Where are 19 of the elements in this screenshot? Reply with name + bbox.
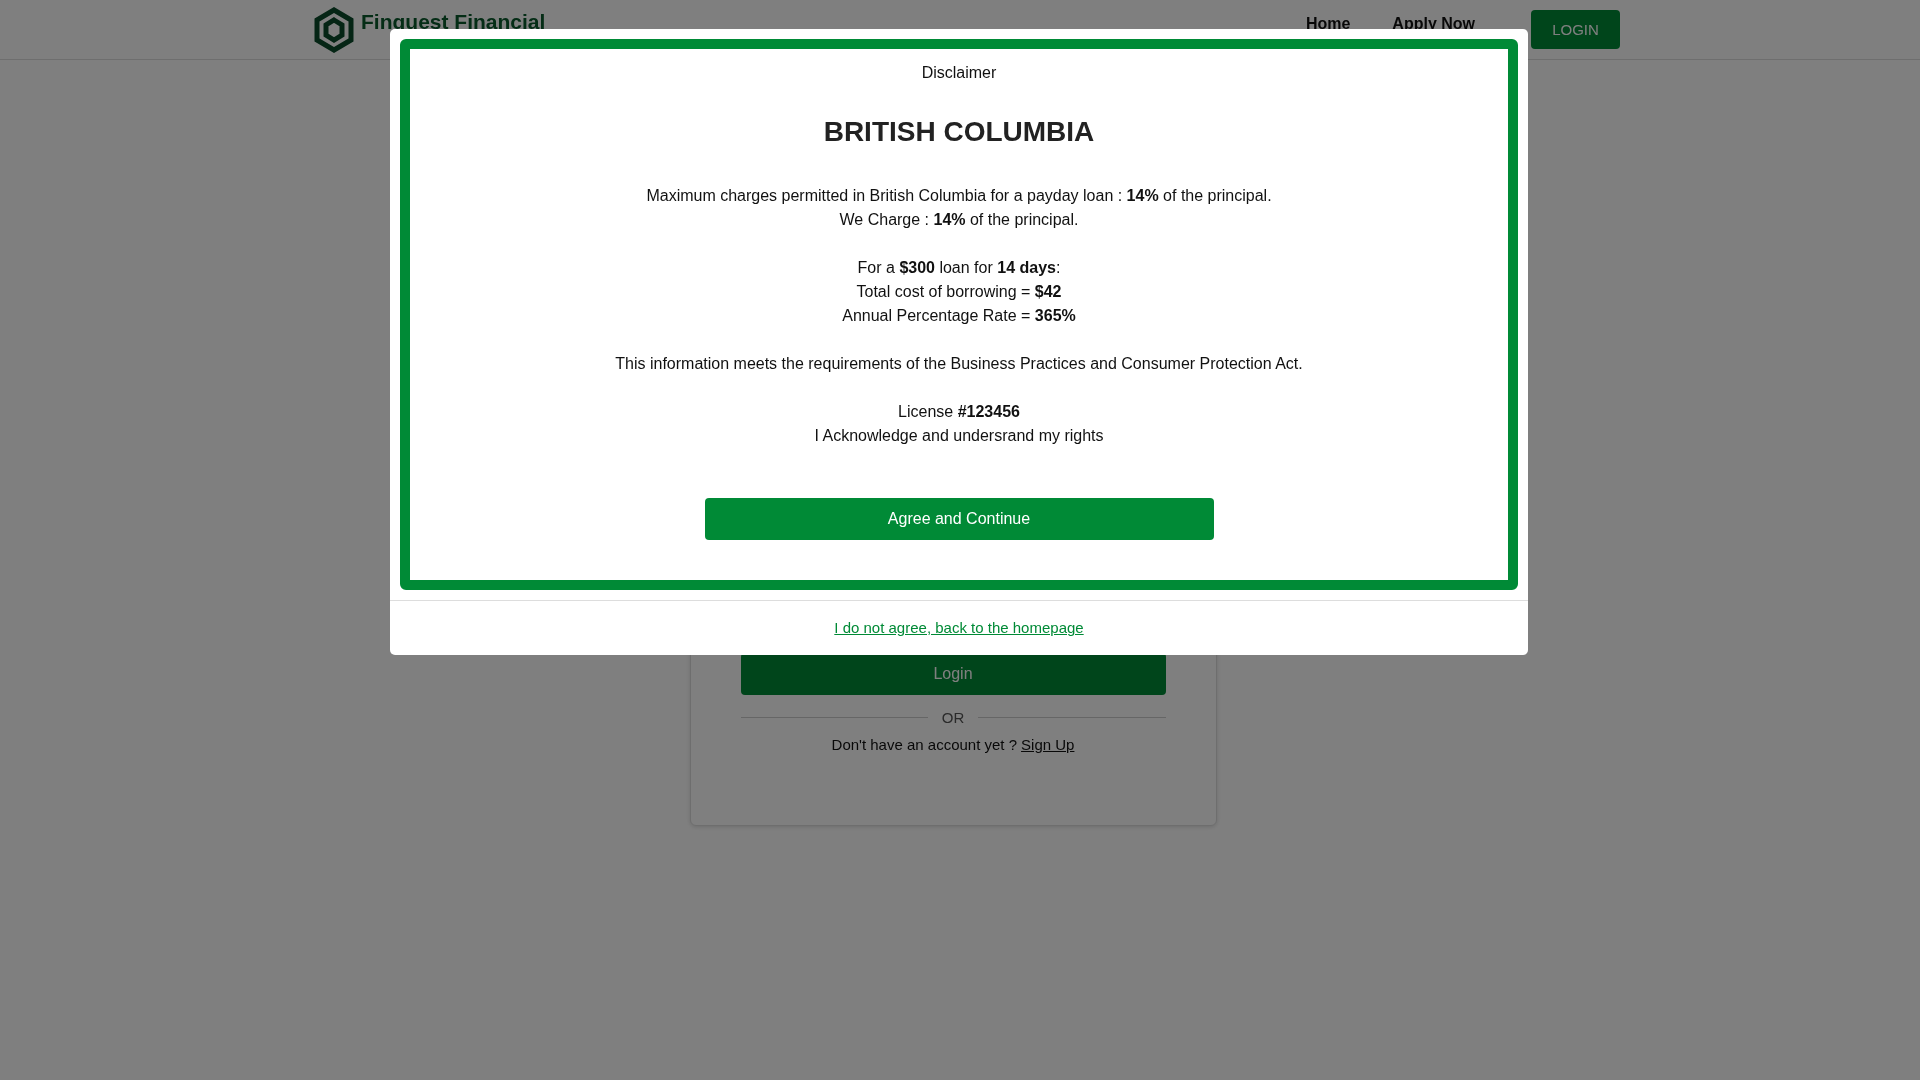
- disclaimer-text: For a $300 loan for 14 days:: [857, 258, 1061, 278]
- disclaimer-text: This information meets the requirements of the Business Practices and Consumer Protection Act.: [615, 354, 1303, 374]
- disclaimer-text: Annual Percentage Rate = 365%: [842, 306, 1076, 326]
- decline-link[interactable]: I do not agree, back to the homepage: [834, 619, 1084, 636]
- nav-link[interactable]: Home: [1305, 15, 1351, 33]
- disclaimer-text: We Charge : 14% of the principal.: [839, 210, 1079, 230]
- disclaimer-text: I Acknowledge and undersrand my rights: [814, 426, 1104, 446]
- disclaimer-text: Maximum charges permitted in British Columbia for a payday loan : 14% of the principal.: [646, 186, 1272, 206]
- disclaimer-text: License #123456: [898, 402, 1020, 422]
- dialog-title: BRITISH COLUMBIA: [823, 116, 1095, 148]
- agree-button[interactable]: Agree and Continue: [704, 498, 1214, 540]
- disclaimer-text: Total cost of borrowing = $42: [856, 282, 1062, 302]
- login-button[interactable]: LOGIN: [1531, 10, 1620, 49]
- signup-prompt: Don't have an account yet ?: [831, 736, 1018, 753]
- logo-text: Finquest Financial: [361, 9, 546, 34]
- login-submit-button[interactable]: Login: [740, 653, 1166, 695]
- signup-link[interactable]: Sign Up: [1021, 736, 1075, 753]
- dialog-heading: Disclaimer: [921, 64, 997, 82]
- or-divider-text: OR: [941, 709, 965, 726]
